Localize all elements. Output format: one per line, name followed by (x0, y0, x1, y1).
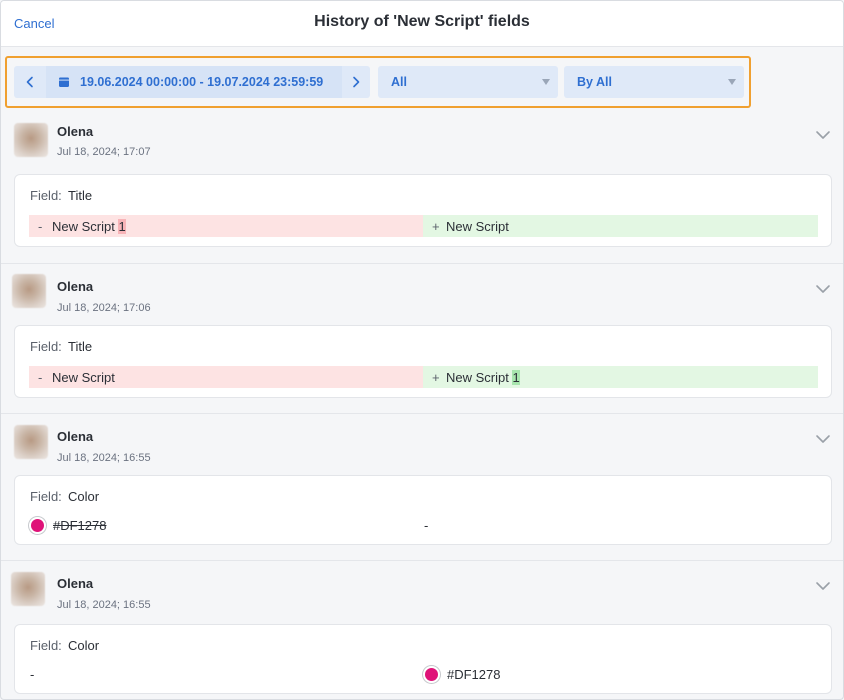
old-value-row: - (30, 663, 34, 685)
avatar (11, 572, 45, 606)
change-type-select[interactable]: All (378, 66, 558, 98)
user-name: Olena (57, 576, 94, 591)
history-entry: Olena Jul 18, 2024; 17:06 Field: Title -… (1, 265, 843, 414)
avatar (14, 425, 48, 459)
timestamp: Jul 18, 2024; 17:06 (57, 302, 151, 314)
field-name: Title (68, 339, 93, 354)
old-value: New Script (52, 369, 115, 385)
timestamp: Jul 18, 2024; 16:55 (57, 452, 151, 464)
caret-down-icon (728, 79, 736, 85)
change-card: Field: Title - New Script 1 + New Script (14, 174, 832, 247)
new-value-row: - (424, 514, 428, 536)
minus-sign: - (38, 218, 43, 234)
user-name: Olena (57, 279, 94, 294)
added-text: 1 (512, 369, 520, 385)
dialog-header: Cancel History of 'New Script' fields (1, 1, 843, 47)
old-value: - (30, 666, 35, 682)
user-select-value: By All (577, 75, 612, 89)
date-range-picker: 19.06.2024 00:00:00 - 19.07.2024 23:59:5… (14, 66, 370, 98)
change-type-value: All (391, 75, 407, 89)
history-entry: Olena Jul 18, 2024; 16:55 Field: Color #… (1, 415, 843, 561)
minus-sign: - (38, 369, 43, 385)
avatar (14, 123, 48, 157)
field-label: Field: (30, 489, 62, 504)
field-label: Field: (30, 188, 62, 203)
change-card: Field: Color - #DF1278 (14, 624, 832, 694)
new-value: - (424, 517, 429, 533)
field-label: Field: (30, 339, 62, 354)
field-name: Title (68, 188, 93, 203)
field-label: Field: (30, 638, 62, 653)
field-name: Color (68, 638, 100, 653)
old-value-row: #DF1278 (29, 514, 106, 536)
old-value: #DF1278 (53, 517, 107, 533)
chevron-down-icon[interactable] (815, 281, 831, 297)
chevron-down-icon[interactable] (815, 578, 831, 594)
new-value: New Script (446, 218, 509, 234)
page-title: History of 'New Script' fields (314, 13, 530, 30)
date-range-text: 19.06.2024 00:00:00 - 19.07.2024 23:59:5… (80, 75, 324, 89)
history-entry: Olena Jul 18, 2024; 16:55 Field: Color -… (1, 562, 843, 699)
avatar (12, 274, 46, 308)
timestamp: Jul 18, 2024; 16:55 (57, 599, 151, 611)
date-range-field[interactable]: 19.06.2024 00:00:00 - 19.07.2024 23:59:5… (46, 66, 342, 98)
user-name: Olena (57, 429, 94, 444)
chevron-left-icon (26, 76, 33, 88)
plus-sign: + (432, 218, 440, 234)
new-value-row: + New Script 1 (423, 366, 818, 388)
history-dialog: Cancel History of 'New Script' fields 19… (0, 0, 844, 700)
field-name: Color (68, 489, 100, 504)
chevron-right-icon (353, 76, 360, 88)
user-name: Olena (57, 124, 94, 139)
change-card: Field: Color #DF1278 - (14, 475, 832, 545)
chevron-down-icon[interactable] (815, 431, 831, 447)
old-value-row: - New Script 1 (29, 215, 423, 237)
old-value: New Script (52, 218, 119, 234)
user-select[interactable]: By All (564, 66, 744, 98)
change-card: Field: Title - New Script + New Script 1 (14, 325, 832, 398)
color-swatch (423, 665, 440, 683)
new-value: New Script (446, 369, 513, 385)
caret-down-icon (542, 79, 550, 85)
calendar-icon (59, 77, 69, 87)
new-value: #DF1278 (447, 666, 501, 682)
color-swatch (29, 516, 46, 534)
new-value-row: + New Script (423, 215, 818, 237)
old-value-row: - New Script (29, 366, 423, 388)
removed-text: 1 (118, 218, 126, 234)
history-entry: Olena Jul 18, 2024; 17:07 Field: Title -… (1, 117, 843, 264)
new-value-row: #DF1278 (423, 663, 500, 685)
plus-sign: + (432, 369, 440, 385)
chevron-down-icon[interactable] (815, 127, 831, 143)
prev-period-button[interactable] (16, 66, 44, 98)
filter-bar: 19.06.2024 00:00:00 - 19.07.2024 23:59:5… (5, 56, 751, 108)
next-period-button[interactable] (342, 66, 370, 98)
timestamp: Jul 18, 2024; 17:07 (57, 146, 151, 158)
